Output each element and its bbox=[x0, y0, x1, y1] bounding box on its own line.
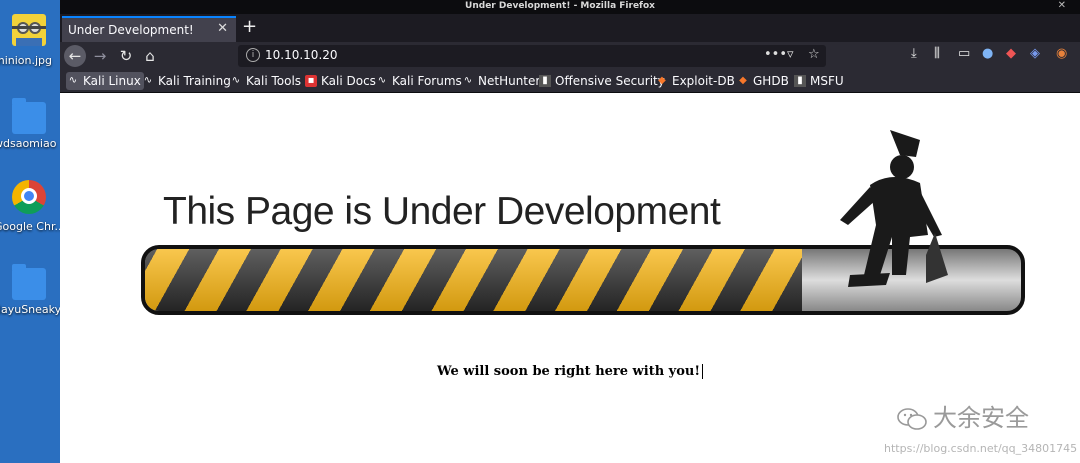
bookmark-kali-tools[interactable]: ∿ Kali Tools bbox=[230, 72, 301, 90]
tab-strip: Under Development! ✕ + bbox=[60, 14, 1080, 42]
kali-dragon-icon: ∿ bbox=[68, 75, 78, 86]
pocket-icon[interactable]: ▿ bbox=[787, 47, 794, 62]
desktop-icon-label: dayuSneaky bbox=[0, 303, 60, 316]
desktop-strip: minion.jpg wdsaomiao Google Chr... dayuS… bbox=[0, 0, 60, 463]
new-tab-icon[interactable]: + bbox=[242, 16, 257, 37]
desktop-icon-label: Google Chr... bbox=[0, 220, 60, 233]
bookmark-exploit-db[interactable]: ◆ Exploit-DB bbox=[656, 72, 735, 90]
bookmark-offensive-security[interactable]: ▮ Offensive Security bbox=[539, 72, 665, 90]
worker-with-shovel-icon bbox=[840, 130, 948, 287]
exploit-db-icon: ◆ bbox=[658, 75, 666, 86]
minion-image-icon bbox=[12, 14, 46, 46]
reload-icon[interactable]: ↻ bbox=[116, 46, 136, 66]
close-tab-icon[interactable]: ✕ bbox=[217, 21, 228, 36]
bookmark-ghdb[interactable]: ◆ GHDB bbox=[737, 72, 789, 90]
tab-under-development[interactable]: Under Development! ✕ bbox=[62, 16, 236, 42]
kali-dragon-icon: ∿ bbox=[143, 75, 153, 86]
progress-bar-stripes bbox=[145, 249, 802, 311]
sidebar-icon[interactable]: ▭ bbox=[958, 46, 970, 61]
site-info-icon[interactable]: i bbox=[246, 48, 260, 62]
page-content: This Page is Under Development We will s… bbox=[60, 93, 1080, 463]
kali-dragon-icon: ∿ bbox=[231, 75, 241, 86]
extension-fox-icon[interactable]: ◆ bbox=[1006, 46, 1016, 61]
nethunter-icon: ∿ bbox=[463, 75, 473, 86]
url-text[interactable]: 10.10.10.20 bbox=[265, 48, 338, 62]
window-title: Under Development! - Mozilla Firefox bbox=[465, 1, 655, 11]
chrome-icon bbox=[12, 180, 46, 214]
bookmark-kali-docs[interactable]: ▪ Kali Docs bbox=[305, 72, 376, 90]
page-heading: This Page is Under Development bbox=[163, 190, 721, 233]
bookmark-kali-training[interactable]: ∿ Kali Training bbox=[142, 72, 231, 90]
bookmark-kali-linux[interactable]: ∿ Kali Linux bbox=[66, 72, 144, 90]
extension-translate-icon[interactable]: ◈ bbox=[1030, 46, 1040, 61]
bookmark-kali-forums[interactable]: ∿ Kali Forums bbox=[376, 72, 462, 90]
window-titlebar: Under Development! - Mozilla Firefox ✕ bbox=[60, 0, 1080, 14]
desktop-icon-label: wdsaomiao bbox=[0, 137, 57, 150]
extension-account-icon[interactable]: ● bbox=[982, 46, 993, 61]
watermark: 大余安全 bbox=[897, 398, 1029, 433]
close-window-icon[interactable]: ✕ bbox=[1058, 0, 1066, 11]
bookmark-nethunter[interactable]: ∿ NetHunter bbox=[462, 72, 541, 90]
kali-dragon-icon: ∿ bbox=[377, 75, 387, 86]
page-actions-icon[interactable]: ••• bbox=[764, 47, 787, 62]
library-icon[interactable]: ⫼ bbox=[934, 46, 940, 61]
address-bar[interactable]: i 10.10.10.20 ••• ▿ ☆ bbox=[238, 45, 826, 67]
home-icon[interactable]: ⌂ bbox=[140, 46, 160, 66]
bookmarks-toolbar: ∿ Kali Linux ∿ Kali Training ∿ Kali Tools ▪… bbox=[60, 70, 1080, 93]
page-message: We will soon be right here with you! bbox=[60, 364, 1080, 379]
text-cursor bbox=[702, 364, 704, 379]
back-arrow-icon[interactable]: ← bbox=[64, 45, 86, 67]
tab-label: Under Development! bbox=[68, 23, 194, 37]
extension-cookie-icon[interactable]: ◉ bbox=[1056, 46, 1067, 61]
downloads-icon[interactable]: ⤓ bbox=[911, 46, 917, 61]
wechat-icon bbox=[897, 408, 927, 430]
folder-icon bbox=[12, 98, 46, 134]
bookmark-star-icon[interactable]: ☆ bbox=[808, 47, 820, 62]
offsec-icon: ▮ bbox=[539, 75, 551, 87]
msfu-icon: ▮ bbox=[794, 75, 806, 87]
ghdb-icon: ◆ bbox=[739, 75, 747, 86]
navigation-toolbar: ← → ↻ ⌂ i 10.10.10.20 ••• ▿ ☆ ⤓ ⫼ ▭ ● ◆ … bbox=[60, 42, 1080, 70]
desktop-icon-label: minion.jpg bbox=[0, 54, 53, 67]
kali-docs-icon: ▪ bbox=[305, 75, 317, 87]
forward-arrow-icon[interactable]: → bbox=[90, 46, 110, 66]
watermark-url: https://blog.csdn.net/qq_34801745 bbox=[884, 442, 1078, 455]
folder-icon bbox=[12, 264, 46, 300]
bookmark-msfu[interactable]: ▮ MSFU bbox=[794, 72, 844, 90]
